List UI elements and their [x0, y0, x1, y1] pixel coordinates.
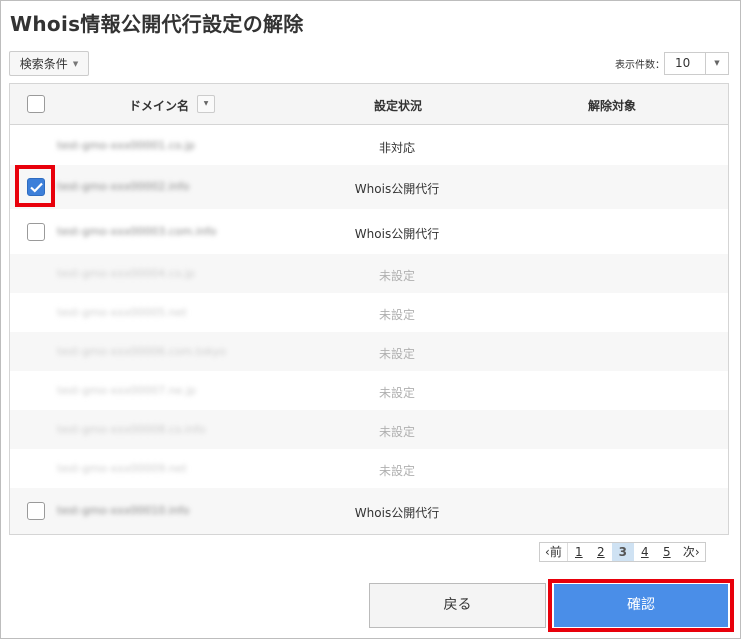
table-header: ドメイン名 ▼ 設定状況 解除対象 [10, 84, 728, 125]
row-checkbox[interactable] [27, 502, 45, 520]
status-cell: 未設定 [378, 464, 415, 478]
status-cell: 未設定 [378, 425, 415, 439]
status-cell: 未設定 [378, 347, 415, 361]
table-row: test-gmo-xxx00002.info Whois公開代行 [10, 165, 728, 209]
status-cell: Whois公開代行 [354, 506, 440, 520]
table-row: test-gmo-xxx00010.info Whois公開代行 [10, 488, 728, 534]
status-cell: 未設定 [378, 386, 415, 400]
table-row: test-gmo-xxx00008.co.info 未設定 [10, 410, 728, 449]
next-page-button[interactable]: 次› [678, 543, 705, 561]
chevron-down-icon: ▼ [705, 53, 728, 74]
domain-name-cell: test-gmo-xxx00002.info [57, 180, 190, 193]
search-conditions-button[interactable]: 検索条件 ▼ [9, 51, 89, 76]
domain-name-cell: test-gmo-xxx00007.ne.jp [57, 384, 196, 397]
domain-name-cell: test-gmo-xxx00006.com.tokyo [57, 345, 226, 358]
row-checkbox[interactable] [27, 223, 45, 241]
table-row: test-gmo-xxx00007.ne.jp 未設定 [10, 371, 728, 410]
table-row: test-gmo-xxx00006.com.tokyo 未設定 [10, 332, 728, 371]
page-5-button[interactable]: 5 [656, 543, 678, 561]
header-domain: ドメイン名 [129, 99, 190, 113]
confirm-button[interactable]: 確認 [554, 584, 728, 627]
table-row: test-gmo-xxx00005.net 未設定 [10, 293, 728, 332]
domain-name-cell: test-gmo-xxx00008.co.info [57, 423, 206, 436]
domain-name-cell: test-gmo-xxx00005.net [57, 306, 187, 319]
status-cell: 非対応 [378, 141, 415, 155]
prev-page-label: 前 [549, 545, 562, 559]
domain-name-cell: test-gmo-xxx00003.com.info [57, 225, 217, 238]
domain-name-cell: test-gmo-xxx00001.co.jp [57, 139, 195, 152]
domain-name-cell: test-gmo-xxx00004.co.jp [57, 267, 195, 280]
back-button[interactable]: 戻る [369, 583, 546, 628]
status-cell: 未設定 [378, 308, 415, 322]
table-row: test-gmo-xxx00003.com.info Whois公開代行 [10, 209, 728, 254]
page-4-button[interactable]: 4 [634, 543, 656, 561]
header-target: 解除対象 [588, 99, 637, 113]
domain-name-cell: test-gmo-xxx00010.info [57, 504, 190, 517]
status-cell: Whois公開代行 [354, 182, 440, 196]
page-title: Whois情報公開代行設定の解除 [10, 12, 304, 36]
display-count-label: 表示件数： [615, 60, 665, 71]
chevron-down-icon: ▼ [72, 59, 79, 68]
header-status: 設定状況 [374, 99, 423, 113]
page-2-button[interactable]: 2 [590, 543, 612, 561]
chevron-right-icon: › [694, 545, 700, 559]
checkbox-highlight-frame [15, 165, 55, 207]
domain-name-cell: test-gmo-xxx00009.net [57, 462, 187, 475]
table-row: test-gmo-xxx00009.net 未設定 [10, 449, 728, 488]
status-cell: 未設定 [378, 269, 415, 283]
status-cell: Whois公開代行 [354, 227, 440, 241]
select-all-checkbox[interactable] [27, 95, 45, 113]
display-count-select[interactable]: 10 ▼ [664, 52, 729, 75]
table-row: test-gmo-xxx00001.co.jp 非対応 [10, 126, 728, 165]
prev-page-button[interactable]: ‹前 [540, 543, 568, 561]
next-page-label: 次 [682, 545, 695, 559]
display-count-value: 10 [675, 56, 691, 70]
page-1-button[interactable]: 1 [568, 543, 590, 561]
sort-chevron-icon[interactable]: ▼ [197, 95, 215, 113]
table-row: test-gmo-xxx00004.co.jp 未設定 [10, 254, 728, 293]
domain-table: ドメイン名 ▼ 設定状況 解除対象 test-gmo-xxx00001.co.j… [9, 83, 729, 535]
page-3-button[interactable]: 3 [611, 543, 634, 561]
pagination: ‹前 12345 次› [539, 542, 706, 562]
search-conditions-label: 検索条件 [19, 57, 68, 71]
